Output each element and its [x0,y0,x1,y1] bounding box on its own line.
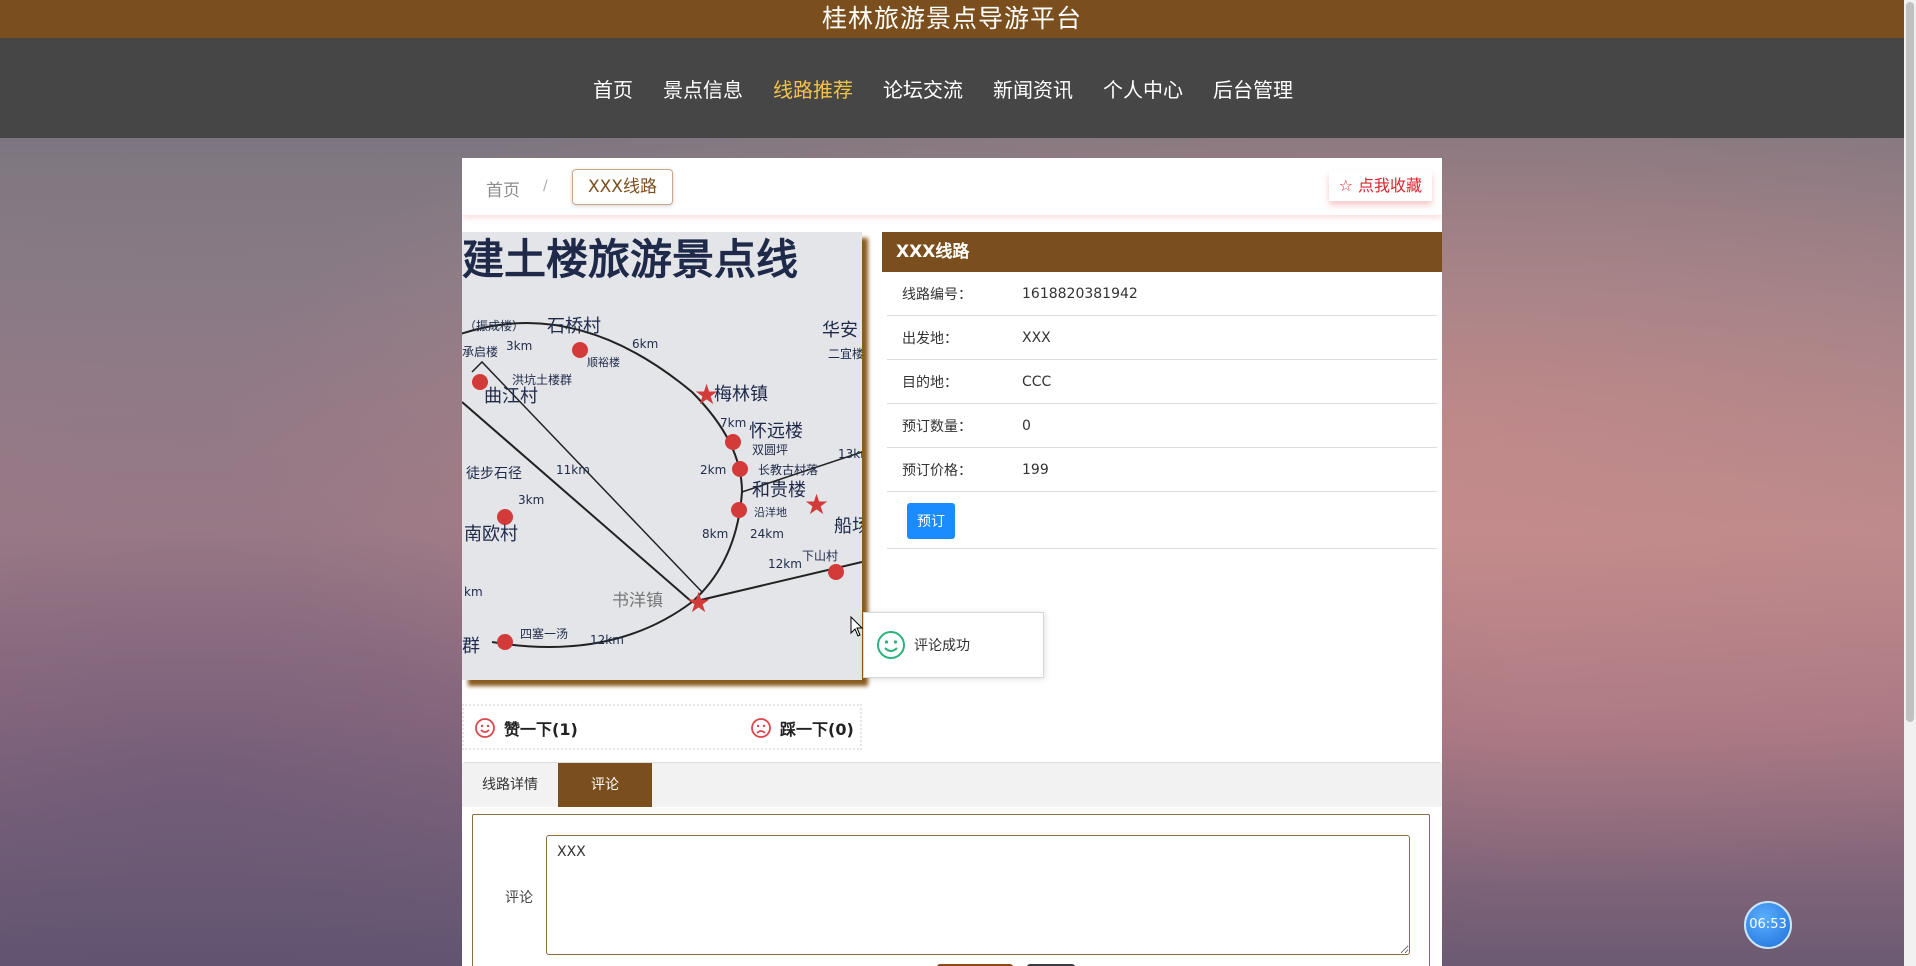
svg-text:洪坑土楼群: 洪坑土楼群 [512,372,572,387]
success-toast: 评论成功 [863,612,1044,678]
like-button[interactable]: 赞一下(1) [474,716,578,740]
success-smile-icon [877,631,905,659]
svg-text:二宜楼: 二宜楼 [828,346,862,361]
svg-text:书洋镇: 书洋镇 [612,591,663,611]
breadcrumb-home-link[interactable]: 首页 [486,176,520,201]
route-map-photo: 建土楼旅游景点线 ★ ★ ★ （振成楼） 石桥村 6km 顺裕楼 3km 承启楼… [462,232,862,680]
main-navigation: 首页 景点信息 线路推荐 论坛交流 新闻资讯 个人中心 后台管理 [0,38,1904,138]
route-detail-panel: 首页 / XXX线路 ☆ 点我收藏 建土楼旅游景点线 ★ ★ ★ （振成楼） 石… [462,158,1442,966]
nav-item-5[interactable]: 个人中心 [1088,74,1198,103]
route-name-heading: XXX线路 [882,232,1442,272]
svg-text:承启楼: 承启楼 [462,344,498,359]
nav-item-6[interactable]: 后台管理 [1198,74,1308,103]
svg-text:梅林镇: 梅林镇 [714,384,768,405]
route-info-row: 线路编号： 1618820381942 [887,272,1437,316]
like-label: 赞一下(1) [504,720,578,739]
route-info-label: 目的地： [902,374,958,391]
toast-message: 评论成功 [914,638,970,654]
svg-text:7km: 7km [720,416,746,430]
nav-list: 首页 景点信息 线路推荐 论坛交流 新闻资讯 个人中心 后台管理 [578,38,1308,138]
route-info-value: 0 [1022,417,1031,434]
breadcrumb: 首页 / XXX线路 ☆ 点我收藏 [462,158,1442,215]
route-info-value: 1618820381942 [1022,285,1138,302]
svg-text:下山村: 下山村 [802,549,838,563]
route-info-row: 出发地： XXX [887,316,1437,360]
svg-text:8km: 8km [702,527,728,541]
comment-form: 评论 XXX [472,814,1430,966]
route-info-list: 线路编号： 1618820381942 出发地： XXX 目的地： CCC 预订数量： 0 预订… [882,272,1442,492]
svg-text:徒步石径: 徒步石径 [466,466,522,482]
route-info-row: 预订数量： 0 [887,404,1437,448]
mouse-cursor-icon [850,616,864,637]
svg-text:长教古村落: 长教古村落 [758,462,818,477]
svg-text:华安: 华安 [822,320,858,341]
svg-text:13km: 13km [838,447,862,461]
route-info-value: 199 [1022,461,1049,478]
route-info-label: 线路编号： [902,286,972,303]
detail-tabs: 线路详情 评论 [462,762,1442,807]
svg-text:12km: 12km [768,557,802,571]
booking-row: 预订 [887,492,1437,549]
svg-text:顺裕楼: 顺裕楼 [587,355,620,369]
dislike-button[interactable]: 踩一下(0) [750,716,854,740]
svg-text:2km: 2km [700,463,726,477]
svg-text:24km: 24km [750,527,784,541]
page-scrollbar[interactable] [1904,0,1916,966]
timer-badge[interactable]: 06:53 [1744,901,1792,949]
svg-text:3km: 3km [518,493,544,507]
vote-bar: 赞一下(1) 踩一下(0) [462,704,862,750]
breadcrumb-separator: / [543,178,548,194]
map-title: 建土楼旅游景点线 [462,235,798,284]
svg-text:沿洋地: 沿洋地 [754,505,787,519]
svg-text:★: ★ [804,488,829,521]
tab-comment[interactable]: 评论 [558,763,652,807]
site-title: 桂林旅游景点导游平台 [821,4,1082,33]
route-info-panel: XXX线路 线路编号： 1618820381942 出发地： XXX 目的地： CCC 预订… [882,232,1442,549]
dislike-label: 踩一下(0) [780,720,854,739]
nav-item-0[interactable]: 首页 [578,74,648,103]
tab-route-detail[interactable]: 线路详情 [462,763,558,807]
nav-item-1[interactable]: 景点信息 [648,74,758,103]
scrollbar-thumb[interactable] [1906,2,1914,722]
svg-text:km: km [464,585,483,599]
nav-item-4[interactable]: 新闻资讯 [978,74,1088,103]
svg-text:★: ★ [686,586,711,619]
comment-textarea[interactable]: XXX [546,835,1410,955]
svg-text:怀远楼: 怀远楼 [749,421,803,442]
svg-text:（振成楼）: （振成楼） [464,318,524,333]
frown-icon [751,718,771,738]
svg-text:3km: 3km [506,339,532,353]
svg-text:曲江村: 曲江村 [484,386,538,407]
svg-text:6km: 6km [632,337,658,351]
breadcrumb-current: XXX线路 [572,169,673,205]
svg-text:南欧村: 南欧村 [464,524,518,545]
route-info-label: 出发地： [902,330,958,347]
comment-field-label: 评论 [505,890,533,906]
svg-text:石桥村: 石桥村 [547,316,601,337]
route-info-label: 预订价格： [902,462,972,479]
route-info-row: 目的地： CCC [887,360,1437,404]
favorite-button[interactable]: ☆ 点我收藏 [1329,171,1432,201]
route-info-value: CCC [1022,373,1052,390]
route-map-illustration: 建土楼旅游景点线 ★ ★ ★ （振成楼） 石桥村 6km 顺裕楼 3km 承启楼… [462,232,862,680]
site-title-bar: 桂林旅游景点导游平台 [0,0,1904,38]
svg-text:12km: 12km [590,633,624,647]
svg-text:11km: 11km [556,463,590,477]
svg-text:双圆坪: 双圆坪 [752,443,788,457]
svg-text:四塞一汤: 四塞一汤 [520,626,568,641]
route-info-value: XXX [1022,329,1051,346]
nav-item-3[interactable]: 论坛交流 [868,74,978,103]
route-info-row: 预订价格： 199 [887,448,1437,492]
smile-icon [475,718,495,738]
nav-item-2[interactable]: 线路推荐 [758,74,868,103]
svg-text:船场: 船场 [834,516,862,537]
svg-text:和贵楼: 和贵楼 [752,480,806,501]
route-info-label: 预订数量： [902,418,972,435]
book-button[interactable]: 预订 [907,503,955,539]
svg-text:群: 群 [462,636,480,657]
